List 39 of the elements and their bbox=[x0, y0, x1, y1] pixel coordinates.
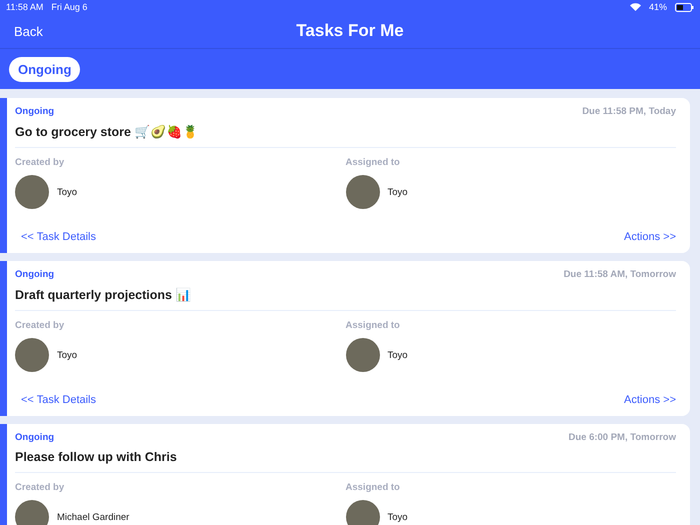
due-date: Due 6:00 PM, Tomorrow bbox=[568, 432, 676, 443]
field-label: Created by bbox=[15, 482, 66, 493]
back-link[interactable]: Back bbox=[14, 24, 43, 38]
field-label: Assigned to bbox=[346, 482, 401, 493]
person-name: Toyo bbox=[57, 350, 78, 360]
person-name: Toyo bbox=[388, 512, 408, 522]
task-details-link[interactable]: << Task Details bbox=[21, 394, 96, 406]
due-date: Due 11:58 AM, Tomorrow bbox=[564, 269, 676, 280]
task-details-link[interactable]: << Task Details bbox=[21, 231, 96, 243]
status-time: 11:58 AM bbox=[6, 2, 44, 12]
actions-link[interactable]: Actions >> bbox=[624, 231, 676, 243]
person-name: Michael Gardiner bbox=[57, 512, 130, 522]
due-date: Due 11:58 PM, Today bbox=[582, 106, 676, 117]
person-name: Toyo bbox=[57, 186, 78, 198]
avatar bbox=[15, 500, 49, 525]
avatar bbox=[346, 175, 380, 209]
avatar bbox=[15, 175, 49, 209]
battery-percent: 41% bbox=[648, 2, 667, 12]
field-label: Created by bbox=[15, 320, 66, 331]
task-status: Ongoing bbox=[15, 106, 54, 117]
filter-tab[interactable]: Ongoing bbox=[9, 56, 80, 82]
task-title: Draft quarterly projections 📊 bbox=[15, 280, 676, 311]
status-date: Fri Aug 6 bbox=[51, 2, 88, 12]
field-label: Assigned to bbox=[346, 320, 401, 331]
page-title: Tasks For Me bbox=[296, 21, 404, 41]
field-label: Created by bbox=[15, 157, 66, 168]
task-status: Ongoing bbox=[15, 432, 54, 443]
task-status: Ongoing bbox=[15, 269, 54, 280]
avatar bbox=[346, 338, 380, 372]
wifi-icon bbox=[630, 3, 641, 11]
person-name: Toyo bbox=[388, 186, 408, 198]
person-name: Toyo bbox=[388, 350, 408, 360]
avatar bbox=[15, 338, 49, 372]
task-title: Go to grocery store 🛒🥑🍓🍍 bbox=[15, 117, 676, 148]
actions-link[interactable]: Actions >> bbox=[624, 394, 676, 406]
avatar bbox=[346, 500, 380, 525]
field-label: Assigned to bbox=[346, 157, 401, 168]
battery-icon bbox=[675, 2, 694, 12]
task-title: Please follow up with Chris bbox=[15, 443, 676, 473]
